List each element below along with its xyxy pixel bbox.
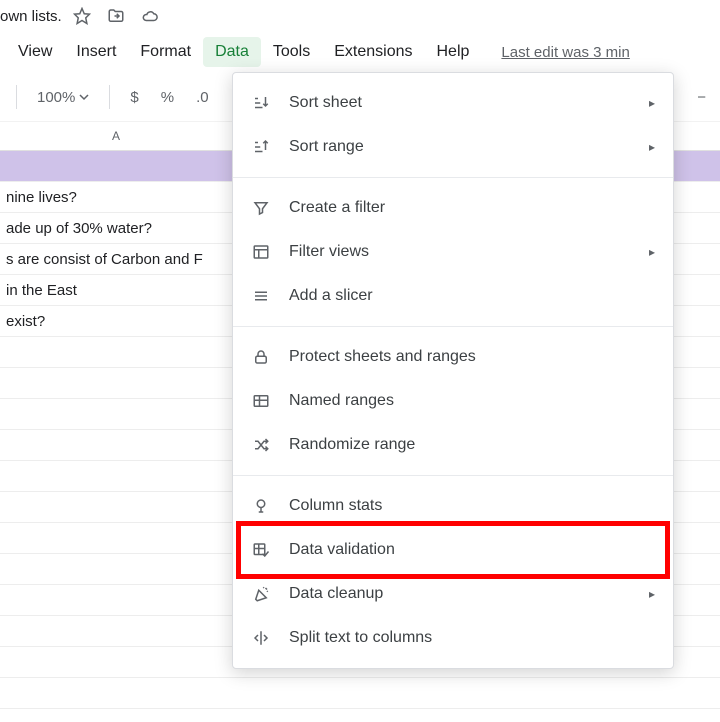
data-menu-dropdown: Sort sheet ▸ Sort range ▸ Create a filte… [232, 72, 674, 669]
column-stats-icon [251, 496, 271, 516]
data-cleanup-icon [251, 584, 271, 604]
menubar: View Insert Format Data Tools Extensions… [0, 32, 720, 73]
named-ranges-icon [251, 391, 271, 411]
menuitem-data-validation[interactable]: Data validation [233, 528, 673, 572]
toolbar-overflow[interactable]: − [689, 85, 714, 110]
randomize-icon [251, 435, 271, 455]
move-to-folder-icon[interactable] [102, 2, 130, 30]
menu-view[interactable]: View [6, 37, 64, 67]
chevron-down-icon [79, 92, 89, 102]
menu-format[interactable]: Format [128, 37, 203, 67]
menuitem-create-filter[interactable]: Create a filter [233, 186, 673, 230]
slicer-icon [251, 286, 271, 306]
menuitem-split-text[interactable]: Split text to columns [233, 616, 673, 660]
chevron-right-icon: ▸ [649, 140, 655, 154]
chevron-right-icon: ▸ [649, 96, 655, 110]
chevron-right-icon: ▸ [649, 245, 655, 259]
menuitem-add-slicer[interactable]: Add a slicer [233, 274, 673, 318]
menuitem-sort-sheet[interactable]: Sort sheet ▸ [233, 81, 673, 125]
menu-separator [233, 475, 673, 476]
toolbar-separator [109, 85, 110, 109]
format-currency-button[interactable]: $ [122, 85, 146, 110]
menu-separator [233, 326, 673, 327]
data-validation-icon [251, 540, 271, 560]
zoom-value: 100% [37, 89, 75, 106]
cloud-status-icon[interactable] [136, 2, 164, 30]
menu-help[interactable]: Help [425, 37, 482, 67]
menuitem-named-ranges[interactable]: Named ranges [233, 379, 673, 423]
menuitem-filter-views[interactable]: Filter views ▸ [233, 230, 673, 274]
format-percent-button[interactable]: % [153, 85, 182, 110]
menu-insert[interactable]: Insert [64, 37, 128, 67]
menuitem-sort-range[interactable]: Sort range ▸ [233, 125, 673, 169]
filter-icon [251, 198, 271, 218]
menuitem-data-cleanup[interactable]: Data cleanup ▸ [233, 572, 673, 616]
decrease-decimal-button[interactable]: .0 [188, 85, 217, 110]
titlebar: own lists. [0, 0, 720, 32]
column-header-A[interactable]: A [0, 122, 233, 150]
filter-views-icon [251, 242, 271, 262]
menu-data[interactable]: Data [203, 37, 261, 67]
menu-tools[interactable]: Tools [261, 37, 322, 67]
menuitem-randomize-range[interactable]: Randomize range [233, 423, 673, 467]
toolbar-separator [16, 85, 17, 109]
document-title-fragment: own lists. [0, 8, 62, 25]
table-row[interactable] [0, 709, 720, 722]
menuitem-protect-sheets[interactable]: Protect sheets and ranges [233, 335, 673, 379]
sort-sheet-icon [251, 93, 271, 113]
lock-icon [251, 347, 271, 367]
menu-extensions[interactable]: Extensions [322, 37, 424, 67]
chevron-right-icon: ▸ [649, 587, 655, 601]
zoom-select[interactable]: 100% [29, 85, 97, 110]
sort-range-icon [251, 137, 271, 157]
last-edit-link[interactable]: Last edit was 3 min [501, 44, 629, 61]
table-row[interactable] [0, 678, 720, 709]
menuitem-column-stats[interactable]: Column stats [233, 484, 673, 528]
menu-separator [233, 177, 673, 178]
star-icon[interactable] [68, 2, 96, 30]
split-columns-icon [251, 628, 271, 648]
